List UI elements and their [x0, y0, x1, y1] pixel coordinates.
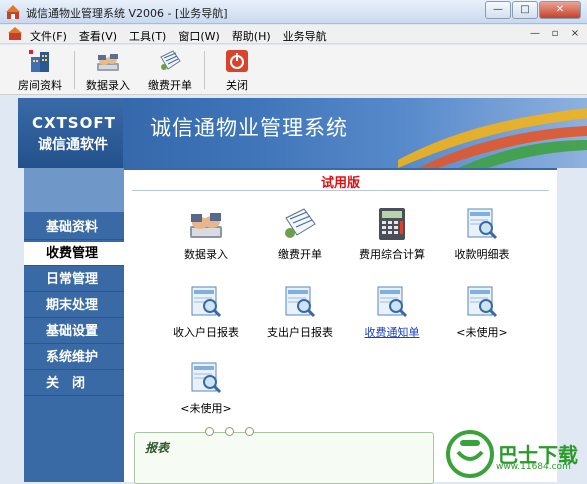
toolbar-separator — [74, 51, 75, 89]
report-magnifier-icon — [191, 286, 222, 318]
toolbar-room-info-button[interactable]: 房间资料 — [12, 47, 68, 93]
nav-header-block — [24, 168, 124, 212]
app-icon — [6, 5, 20, 19]
func-receipt-detail[interactable]: 收款明细表 — [434, 206, 530, 270]
minimize-button[interactable]: — — [485, 1, 511, 19]
toolbar-separator — [204, 51, 205, 89]
ring-icon — [225, 427, 234, 436]
func-receipt-detail-label: 收款明细表 — [454, 248, 510, 261]
ring-icon — [245, 427, 254, 436]
logo-chinese: 诚信通软件 — [38, 137, 108, 153]
ring-icon — [205, 427, 214, 436]
nav-item-period-end[interactable]: 期末处理 — [24, 294, 124, 318]
logo: CXTSOFT 诚信通软件 — [18, 98, 123, 168]
mdi-restore-button[interactable]: ▫ — [547, 27, 563, 41]
spreadsheet-icon — [160, 50, 181, 70]
mdi-minimize-button[interactable]: — — [527, 27, 543, 41]
func-data-entry-label: 数据录入 — [184, 248, 228, 261]
func-fee-calculation[interactable]: 费用综合计算 — [344, 206, 440, 270]
toolbar-close-button[interactable]: 关闭 — [209, 47, 265, 93]
window-title: 诚信通物业管理系统 V2006 - [业务导航] — [26, 7, 228, 20]
keyboard-hands-icon — [190, 213, 222, 238]
toolbar-room-info-label: 房间资料 — [18, 79, 62, 92]
spreadsheet-icon — [285, 208, 316, 238]
banner-title: 诚信通物业管理系统 — [150, 116, 348, 140]
keyboard-hands-icon — [97, 54, 119, 71]
func-fee-calculation-label: 费用综合计算 — [359, 248, 425, 261]
binder-rings — [205, 427, 265, 436]
func-fee-notice-link[interactable]: 收费通知单 — [344, 324, 440, 340]
toolbar-close-label: 关闭 — [226, 79, 248, 92]
menu-view[interactable]: 查看(V) — [79, 28, 117, 44]
toolbar-data-entry-label: 数据录入 — [86, 79, 130, 92]
nav-item-basic-settings[interactable]: 基础设置 — [24, 320, 124, 344]
func-billing[interactable]: 缴费开单 — [252, 206, 348, 270]
menu-help[interactable]: 帮助(H) — [232, 28, 271, 44]
side-navigation: 基础资料 收费管理 日常管理 期末处理 基础设置 系统维护 关 闭 — [24, 168, 124, 482]
trial-label: 试用版 — [320, 176, 360, 191]
menu-file[interactable]: 文件(F) — [30, 28, 67, 44]
func-income-daily-report-label: 收入户日报表 — [173, 326, 239, 339]
toolbar-data-entry-button[interactable]: 数据录入 — [80, 47, 136, 93]
window-titlebar: 诚信通物业管理系统 V2006 - [业务导航] — □ ✕ — [0, 0, 587, 24]
func-income-daily-report[interactable]: 收入户日报表 — [158, 284, 254, 348]
menu-window[interactable]: 窗口(W) — [178, 28, 219, 44]
report-section: 报表 — [134, 427, 434, 484]
func-unused-1-label: <未使用> — [456, 326, 508, 339]
logo-english: CXTSOFT — [32, 114, 116, 132]
report-magnifier-icon — [191, 362, 222, 394]
report-magnifier-icon — [467, 208, 498, 240]
report-magnifier-icon — [285, 286, 316, 318]
func-unused-1[interactable]: <未使用> — [434, 284, 530, 348]
menu-business-nav[interactable]: 业务导航 — [283, 28, 327, 44]
app-banner: CXTSOFT 诚信通软件 诚信通物业管理系统 — [18, 98, 587, 168]
nav-item-fee-management[interactable]: 收费管理 — [24, 242, 124, 266]
func-fee-notice[interactable]: 收费通知单 — [344, 284, 440, 348]
func-billing-label: 缴费开单 — [278, 248, 322, 261]
report-magnifier-icon — [377, 286, 408, 318]
report-section-title: 报表 — [145, 441, 170, 455]
power-icon — [226, 50, 248, 72]
nav-item-basic-data[interactable]: 基础资料 — [24, 216, 124, 240]
mdi-close-button[interactable]: × — [567, 27, 583, 41]
toolbar-billing-button[interactable]: 缴费开单 — [142, 47, 198, 93]
divider — [132, 190, 549, 191]
toolbar-billing-label: 缴费开单 — [148, 79, 192, 92]
calculator-icon — [379, 208, 405, 240]
func-expense-daily-report-label: 支出户日报表 — [267, 326, 333, 339]
func-data-entry[interactable]: 数据录入 — [158, 206, 254, 270]
menu-tools[interactable]: 工具(T) — [129, 28, 166, 44]
func-unused-2-label: <未使用> — [180, 402, 232, 415]
toolbar: 房间资料 数据录入 缴费开单 关闭 — [0, 45, 587, 95]
banner-swoosh-decoration — [398, 108, 587, 168]
nav-item-system-maintenance[interactable]: 系统维护 — [24, 346, 124, 370]
close-window-button[interactable]: ✕ — [539, 1, 581, 19]
report-magnifier-icon — [467, 286, 498, 318]
building-icon — [29, 50, 49, 72]
func-unused-2[interactable]: <未使用> — [158, 360, 254, 424]
func-expense-daily-report[interactable]: 支出户日报表 — [252, 284, 348, 348]
mdi-doc-icon[interactable] — [8, 27, 22, 41]
nav-item-close[interactable]: 关 闭 — [24, 372, 124, 396]
watermark-url: www.11684.com — [496, 462, 571, 472]
maximize-button[interactable]: □ — [512, 1, 538, 19]
menu-bar: 文件(F) 查看(V) 工具(T) 窗口(W) 帮助(H) 业务导航 — ▫ × — [0, 25, 587, 44]
nav-item-daily-management[interactable]: 日常管理 — [24, 268, 124, 292]
